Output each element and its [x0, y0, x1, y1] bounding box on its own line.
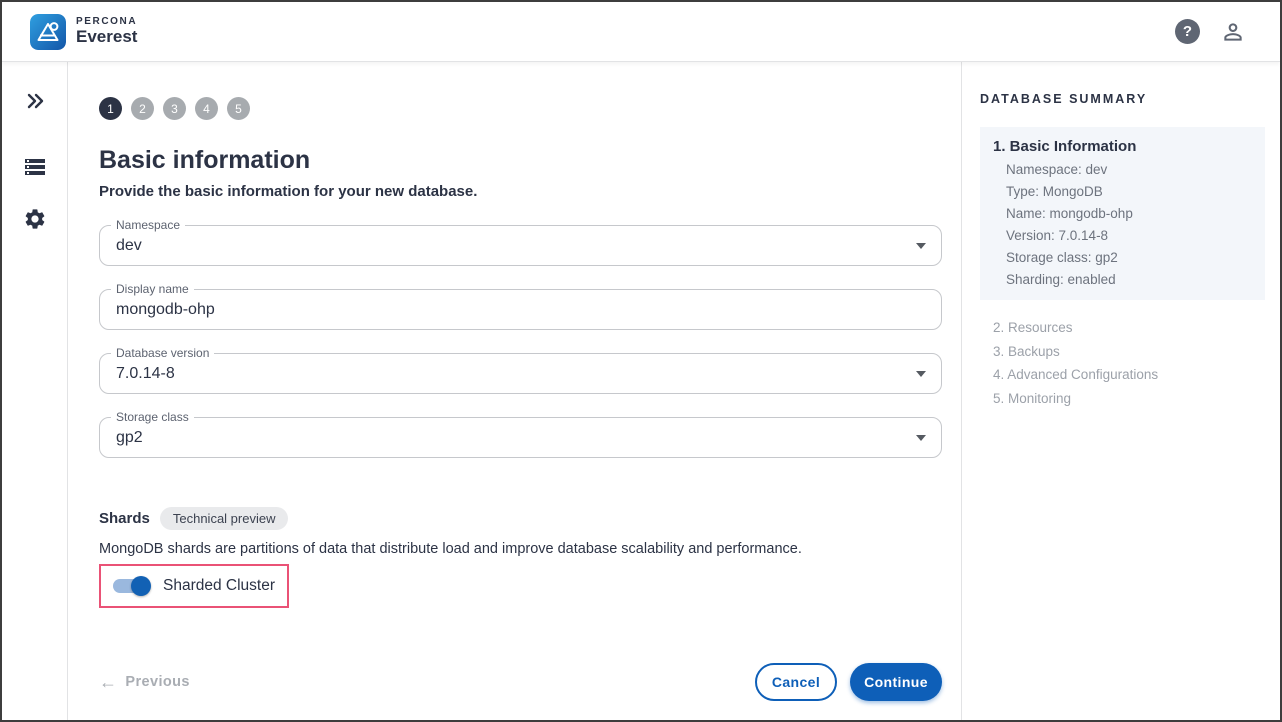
step-4[interactable]: 4: [195, 97, 218, 120]
databases-list-icon[interactable]: [22, 154, 48, 180]
summary-basic-info-card: 1. Basic Information Namespace: dev Type…: [980, 127, 1265, 300]
step-5[interactable]: 5: [227, 97, 250, 120]
summary-namespace: Namespace: dev: [1006, 162, 1251, 177]
namespace-label: Namespace: [111, 218, 185, 232]
storage-class-label: Storage class: [111, 410, 194, 424]
continue-button[interactable]: Continue: [850, 663, 942, 701]
storage-class-select[interactable]: Storage class gp2: [99, 417, 942, 458]
app-window: PERCONA Everest ?: [0, 0, 1282, 722]
sharded-cluster-toggle[interactable]: [110, 574, 151, 598]
database-version-label: Database version: [111, 346, 214, 360]
display-name-input[interactable]: Display name mongodb-ohp: [99, 289, 942, 330]
settings-gear-icon[interactable]: [22, 206, 48, 232]
namespace-select[interactable]: Namespace dev: [99, 225, 942, 266]
dropdown-arrow-icon: [916, 371, 926, 377]
summary-version: Version: 7.0.14-8: [1006, 228, 1251, 243]
previous-label: Previous: [125, 674, 189, 690]
annotation-highlight-box: Sharded Cluster: [99, 564, 289, 608]
brand-everest: Everest: [76, 28, 137, 46]
brand-logo[interactable]: PERCONA Everest: [30, 14, 137, 50]
expand-sidebar-icon[interactable]: [22, 88, 48, 114]
shards-section-header: Shards Technical preview: [99, 507, 942, 530]
sharded-cluster-label: Sharded Cluster: [163, 577, 275, 595]
user-profile-icon[interactable]: [1220, 19, 1246, 45]
cancel-button[interactable]: Cancel: [755, 663, 837, 701]
toggle-knob: [131, 576, 151, 596]
storage-class-value: gp2: [100, 429, 143, 447]
technical-preview-badge: Technical preview: [160, 507, 289, 530]
summary-section-resources: 2. Resources: [993, 320, 1265, 335]
shards-title: Shards: [99, 510, 150, 527]
summary-section-advanced-configurations: 4. Advanced Configurations: [993, 367, 1265, 382]
dropdown-arrow-icon: [916, 243, 926, 249]
database-summary-panel: DATABASE SUMMARY 1. Basic Information Na…: [961, 62, 1280, 720]
summary-section-1-title: 1. Basic Information: [993, 138, 1251, 155]
summary-section-backups: 3. Backups: [993, 344, 1265, 359]
display-name-label: Display name: [111, 282, 194, 296]
step-2[interactable]: 2: [131, 97, 154, 120]
database-version-select[interactable]: Database version 7.0.14-8: [99, 353, 942, 394]
step-3[interactable]: 3: [163, 97, 186, 120]
help-icon[interactable]: ?: [1175, 19, 1200, 44]
wizard-stepper: 1 2 3 4 5: [99, 97, 942, 120]
everest-logo-icon: [30, 14, 66, 50]
page-subtitle: Provide the basic information for your n…: [99, 183, 942, 200]
summary-name: Name: mongodb-ohp: [1006, 206, 1251, 221]
brand-text: PERCONA Everest: [76, 17, 137, 45]
wizard-footer: ← Previous Cancel Continue: [99, 663, 942, 701]
display-name-value: mongodb-ohp: [100, 301, 215, 319]
summary-type: Type: MongoDB: [1006, 184, 1251, 199]
help-glyph: ?: [1183, 23, 1192, 40]
step-1[interactable]: 1: [99, 97, 122, 120]
body-row: 1 2 3 4 5 Basic information Provide the …: [2, 62, 1280, 720]
database-version-value: 7.0.14-8: [100, 365, 175, 383]
summary-title: DATABASE SUMMARY: [980, 92, 1265, 106]
page-title: Basic information: [99, 146, 942, 175]
dropdown-arrow-icon: [916, 435, 926, 441]
wizard-main: 1 2 3 4 5 Basic information Provide the …: [68, 62, 961, 720]
summary-inactive-sections: 2. Resources 3. Backups 4. Advanced Conf…: [980, 320, 1265, 406]
summary-sharding: Sharding: enabled: [1006, 272, 1251, 287]
namespace-value: dev: [100, 237, 142, 255]
summary-section-monitoring: 5. Monitoring: [993, 391, 1265, 406]
footer-actions: Cancel Continue: [755, 663, 942, 701]
shards-description: MongoDB shards are partitions of data th…: [99, 541, 942, 557]
header-actions: ?: [1175, 19, 1246, 45]
app-header: PERCONA Everest ?: [2, 2, 1280, 62]
arrow-left-icon: ←: [99, 672, 117, 693]
previous-button[interactable]: ← Previous: [99, 672, 190, 693]
left-nav-rail: [2, 62, 68, 720]
summary-storage-class: Storage class: gp2: [1006, 250, 1251, 265]
